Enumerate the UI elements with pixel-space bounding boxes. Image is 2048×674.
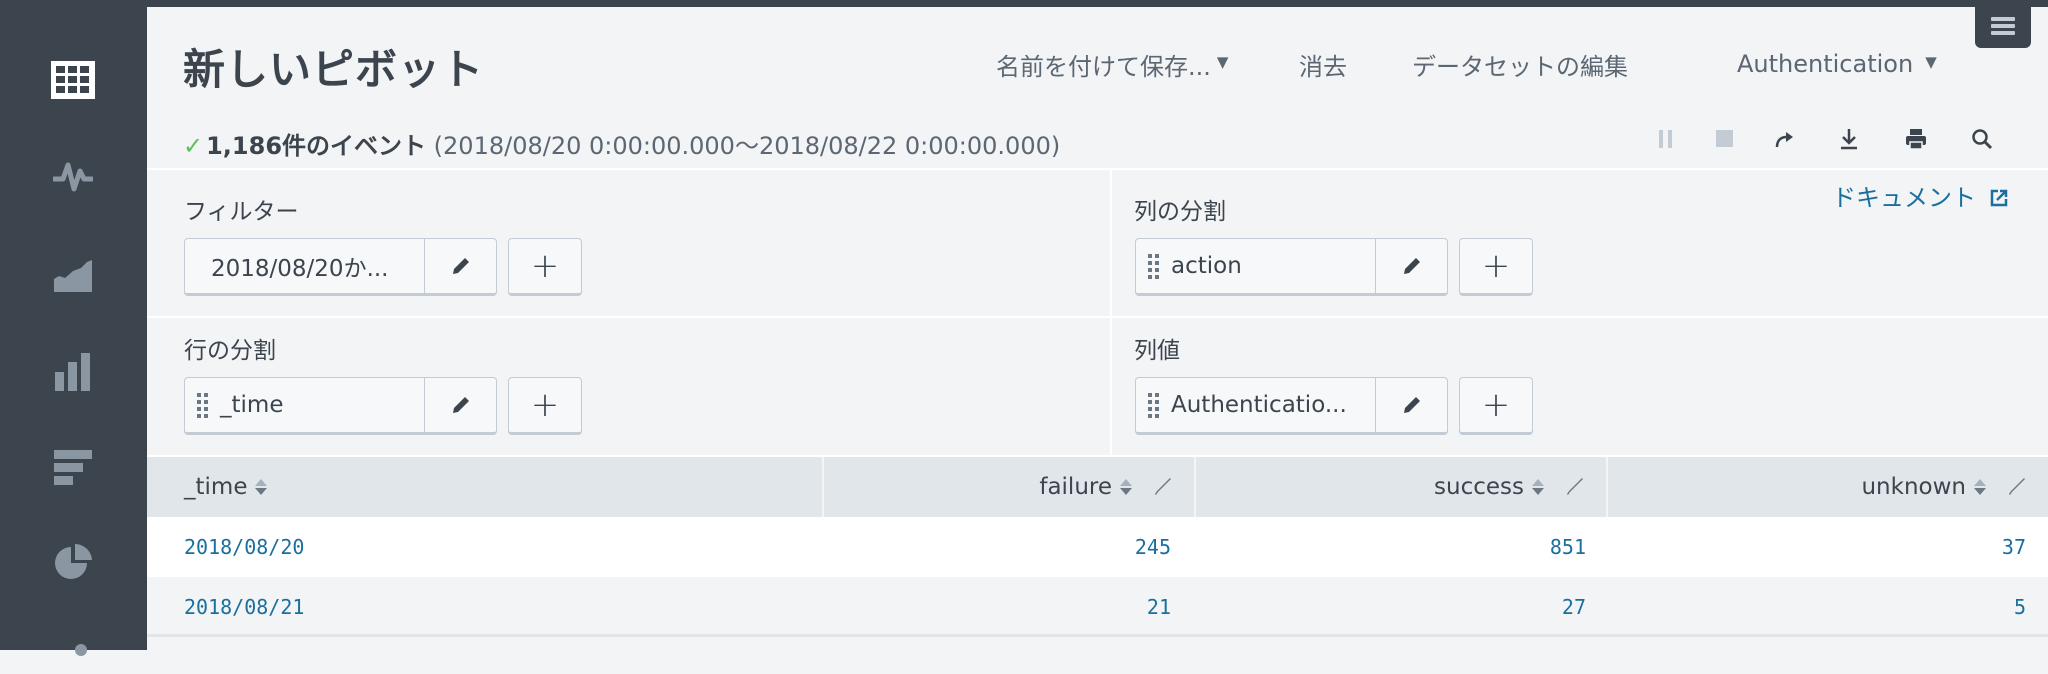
time-range: (2018/08/20 0:00:00.000〜2018/08/22 0:00:… <box>433 132 1061 160</box>
column-header-label: failure <box>1039 474 1112 500</box>
sort-icon[interactable] <box>255 479 268 495</box>
cell-failure[interactable]: 21 <box>822 577 1171 637</box>
column-header-label: _time <box>184 474 248 500</box>
cell-unknown[interactable]: 37 <box>1606 517 2026 577</box>
top-bar <box>0 0 2048 7</box>
clear-label[interactable]: 消去 <box>1299 47 1347 82</box>
filter-value[interactable]: 2018/08/20か... <box>185 239 424 293</box>
drag-handle-icon[interactable] <box>197 392 208 418</box>
export-icon[interactable] <box>1834 124 1864 154</box>
row-split-value: _time <box>220 392 284 418</box>
column-values-pill[interactable]: Authenticatio... <box>1135 377 1448 435</box>
pencil-icon <box>1403 258 1420 274</box>
pivot-table: _time failure success unknown 2018/08/20… <box>147 457 2048 637</box>
column-header-label: success <box>1434 474 1524 500</box>
event-count: 1,186件のイベント <box>206 132 427 160</box>
inspect-icon[interactable] <box>1967 124 1997 154</box>
hamburger-menu-icon[interactable] <box>1975 4 2031 48</box>
column-split-field[interactable]: action <box>1136 239 1375 293</box>
single-value-icon[interactable] <box>50 153 96 199</box>
dataset-dropdown[interactable]: Authentication ▼ <box>1737 46 1937 82</box>
pencil-icon <box>452 258 469 274</box>
print-icon[interactable] <box>1901 124 1931 154</box>
column-chart-icon[interactable] <box>50 349 96 395</box>
area-chart-icon[interactable] <box>50 253 96 299</box>
table-header: _time failure success unknown <box>147 457 2048 517</box>
edit-dataset-label[interactable]: データセットの編集 <box>1412 47 1628 82</box>
cell-success[interactable]: 27 <box>1194 577 1586 637</box>
panel-divider <box>147 316 2048 318</box>
column-split-value: action <box>1171 253 1242 279</box>
dataset-label[interactable]: Authentication <box>1737 50 1913 78</box>
column-header-success[interactable]: success <box>1194 457 1606 517</box>
row-split-pill[interactable]: _time <box>184 377 497 435</box>
add-column-values-button[interactable]: + <box>1459 377 1533 435</box>
column-values-field[interactable]: Authenticatio... <box>1136 378 1375 432</box>
caret-down-icon: ▼ <box>1216 53 1229 71</box>
column-split-label: 列の分割 <box>1134 199 1226 225</box>
add-column-split-button[interactable]: + <box>1459 238 1533 296</box>
cell-time[interactable]: 2018/08/20 <box>184 517 304 577</box>
format-brush-icon <box>1155 478 1171 495</box>
row-split-label: 行の分割 <box>184 338 276 364</box>
cell-failure[interactable]: 245 <box>822 517 1171 577</box>
table-row: 2018/08/20 245 851 37 <box>147 517 2048 577</box>
save-as-button[interactable]: 名前を付けて保存... <box>996 47 1211 82</box>
documentation-label[interactable]: ドキュメント <box>1832 184 1976 212</box>
pie-chart-icon[interactable] <box>50 540 96 586</box>
pencil-icon <box>452 397 469 413</box>
share-icon[interactable] <box>1769 124 1799 154</box>
clear-button[interactable]: 消去 <box>1299 46 1347 82</box>
sort-icon[interactable] <box>1120 479 1132 495</box>
table-icon[interactable] <box>50 57 96 103</box>
visualization-sidebar <box>0 0 147 656</box>
sort-icon[interactable] <box>1974 479 1986 495</box>
panel-vertical-divider <box>1110 170 1112 457</box>
column-values-label: 列値 <box>1134 338 1180 364</box>
edit-column-values-button[interactable] <box>1375 378 1447 432</box>
pause-icon[interactable] <box>1651 124 1681 154</box>
column-values-value: Authenticatio... <box>1171 392 1347 418</box>
cell-unknown[interactable]: 5 <box>1606 577 2026 637</box>
format-brush-icon <box>2009 478 2025 495</box>
edit-dataset-button[interactable]: データセットの編集 <box>1412 46 1628 82</box>
column-split-pill[interactable]: action <box>1135 238 1448 296</box>
edit-filter-button[interactable] <box>424 239 496 293</box>
cell-time[interactable]: 2018/08/21 <box>184 577 304 637</box>
column-header-time[interactable]: _time <box>184 457 824 517</box>
edit-column-split-button[interactable] <box>1375 239 1447 293</box>
caret-down-icon: ▼ <box>1925 53 1937 71</box>
column-header-unknown[interactable]: unknown <box>1606 457 2048 517</box>
stop-icon[interactable] <box>1710 124 1740 154</box>
format-brush-icon <box>1567 478 1583 495</box>
job-status: ✓ 1,186件のイベント (2018/08/20 0:00:00.000〜201… <box>183 126 1060 161</box>
cell-success[interactable]: 851 <box>1194 517 1586 577</box>
documentation-link[interactable]: ドキュメント <box>1832 178 2008 213</box>
bar-chart-icon[interactable] <box>50 445 96 491</box>
filter-label: フィルター <box>184 199 299 225</box>
pencil-icon <box>1403 397 1420 413</box>
panel-divider <box>147 168 2048 170</box>
table-row: 2018/08/21 21 27 5 <box>147 577 2048 637</box>
column-header-failure[interactable]: failure <box>822 457 1194 517</box>
page-title: 新しいピボット <box>183 45 485 94</box>
external-link-icon <box>1990 189 2007 207</box>
edit-row-split-button[interactable] <box>424 378 496 432</box>
sort-icon[interactable] <box>1532 479 1544 495</box>
check-icon: ✓ <box>183 132 204 160</box>
save-as-menu[interactable]: 名前を付けて保存... ▼ <box>996 46 1228 82</box>
drag-handle-icon[interactable] <box>1148 253 1159 279</box>
column-header-label: unknown <box>1861 474 1966 500</box>
drag-handle-icon[interactable] <box>1148 392 1159 418</box>
filter-pill[interactable]: 2018/08/20か... <box>184 238 497 296</box>
row-split-field[interactable]: _time <box>185 378 424 432</box>
add-row-split-button[interactable]: + <box>508 377 582 435</box>
scatter-chart-icon[interactable] <box>50 628 96 674</box>
add-filter-button[interactable]: + <box>508 238 582 296</box>
